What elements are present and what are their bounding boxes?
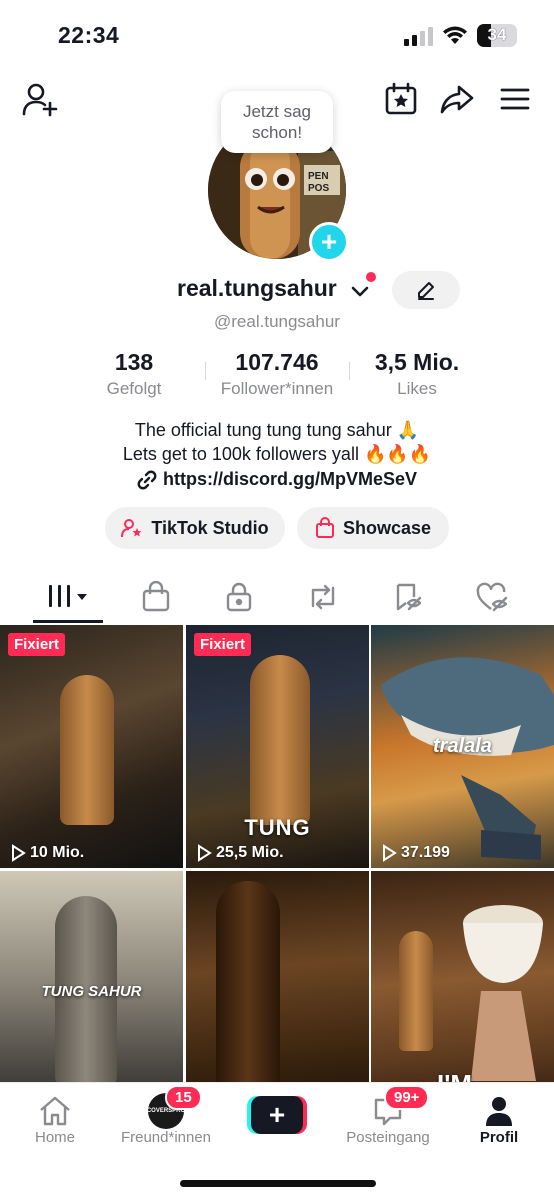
active-tab-indicator bbox=[33, 620, 103, 623]
profile-icon bbox=[486, 1097, 512, 1126]
repost-icon bbox=[311, 584, 335, 610]
grid-icon bbox=[49, 585, 87, 607]
bio-link[interactable]: https://discord.gg/MpVMeSeV bbox=[0, 469, 554, 490]
events-button[interactable] bbox=[382, 80, 420, 118]
shopping-bag-icon bbox=[315, 517, 334, 538]
profile-tabs bbox=[0, 574, 554, 624]
likes-count: 3,5 Mio. bbox=[374, 349, 460, 375]
play-icon bbox=[12, 844, 26, 862]
following-stat[interactable]: 138 Gefolgt bbox=[80, 349, 188, 399]
menu-button[interactable] bbox=[496, 80, 534, 118]
status-time: 22:34 bbox=[58, 22, 120, 48]
nav-home-label: Home bbox=[34, 1129, 75, 1146]
showcase-button[interactable]: Showcase bbox=[297, 507, 449, 549]
followers-count: 107.746 bbox=[235, 349, 319, 375]
tab-videos[interactable] bbox=[38, 574, 98, 620]
link-icon bbox=[137, 470, 157, 490]
plus-icon: + bbox=[251, 1096, 303, 1134]
home-indicator bbox=[180, 1180, 376, 1187]
tiktok-studio-button[interactable]: TikTok Studio bbox=[105, 507, 285, 549]
video-thumbnail[interactable]: TUNG SAHUR bbox=[0, 871, 183, 1114]
followers-label: Follower*innen bbox=[220, 379, 334, 398]
video-thumbnail[interactable] bbox=[186, 871, 369, 1114]
tab-private[interactable] bbox=[209, 574, 269, 620]
status-bar: 22:34 34 bbox=[0, 0, 554, 70]
heart-hidden-icon bbox=[476, 582, 508, 612]
nav-inbox-label: Posteingang bbox=[346, 1129, 430, 1146]
studio-person-icon bbox=[121, 519, 142, 538]
chevron-down-icon[interactable] bbox=[349, 280, 371, 302]
followers-stat[interactable]: 107.746 Follower*innen bbox=[208, 349, 346, 399]
showcase-label: Showcase bbox=[342, 517, 432, 538]
tab-favorites[interactable] bbox=[378, 574, 438, 620]
view-count: 37.199 bbox=[381, 844, 450, 862]
nav-friends-label: Freund*innen bbox=[120, 1129, 212, 1146]
profile-handle: @real.tungsahur bbox=[214, 312, 340, 331]
inbox-badge: 99+ bbox=[384, 1085, 430, 1110]
bio-line-2: Lets get to 100k followers yall 🔥🔥🔥 bbox=[122, 444, 432, 464]
video-overlay-text: TUNG bbox=[244, 815, 311, 840]
hamburger-menu-icon bbox=[500, 88, 530, 110]
view-count: 25,5 Mio. bbox=[196, 844, 284, 862]
friends-badge: 15 bbox=[165, 1085, 202, 1110]
add-story-button[interactable]: + bbox=[309, 222, 349, 262]
bio-link-text: https://discord.gg/MpVMeSeV bbox=[162, 469, 417, 489]
battery-icon: 34 bbox=[477, 24, 517, 47]
svg-text:PEN: PEN bbox=[308, 171, 329, 182]
tooltip-bubble: Jetzt sag schon! bbox=[221, 91, 333, 153]
share-arrow-icon bbox=[440, 85, 474, 114]
stat-divider bbox=[349, 362, 350, 380]
profile-username[interactable]: real.tungsahur bbox=[177, 275, 337, 302]
add-person-icon bbox=[22, 83, 58, 117]
share-profile-button[interactable] bbox=[438, 80, 476, 118]
tab-liked[interactable] bbox=[462, 574, 522, 620]
view-count-text: 25,5 Mio. bbox=[216, 844, 284, 861]
video-grid: Fixiert 10 Mio. Fixiert TUNG 25,5 Mio. t… bbox=[0, 625, 554, 1114]
notification-dot bbox=[366, 272, 376, 282]
following-count: 138 bbox=[114, 349, 154, 375]
tiktok-studio-label: TikTok Studio bbox=[151, 517, 269, 538]
likes-stat[interactable]: 3,5 Mio. Likes bbox=[358, 349, 476, 399]
nav-home[interactable]: Home bbox=[5, 1093, 105, 1146]
bookmark-hidden-icon bbox=[396, 583, 422, 611]
stat-divider bbox=[205, 362, 206, 380]
battery-level: 34 bbox=[487, 25, 507, 44]
calendar-star-icon bbox=[385, 82, 417, 115]
tab-reposts[interactable] bbox=[293, 574, 353, 620]
view-count-text: 37.199 bbox=[401, 844, 450, 861]
video-overlay-text: tralala bbox=[433, 735, 492, 757]
following-label: Gefolgt bbox=[106, 379, 162, 398]
video-thumbnail[interactable]: Fixiert TUNG 25,5 Mio. bbox=[186, 625, 369, 868]
lock-icon bbox=[226, 582, 252, 612]
nav-profile-label: Profil bbox=[479, 1129, 519, 1146]
edit-profile-button[interactable] bbox=[392, 271, 460, 309]
view-count-text: 10 Mio. bbox=[30, 844, 85, 861]
video-thumbnail[interactable]: I'M bbox=[371, 871, 554, 1114]
pinned-badge: Fixiert bbox=[194, 633, 252, 656]
pinned-badge: Fixiert bbox=[8, 633, 66, 656]
pencil-icon bbox=[418, 282, 434, 300]
video-thumbnail[interactable]: Fixiert 10 Mio. bbox=[0, 625, 183, 868]
likes-label: Likes bbox=[397, 379, 437, 398]
tab-shop[interactable] bbox=[126, 574, 186, 620]
cellular-signal-icon bbox=[404, 27, 433, 46]
play-icon bbox=[383, 844, 397, 862]
svg-text:POS: POS bbox=[308, 183, 329, 194]
play-icon bbox=[198, 844, 212, 862]
bag-icon bbox=[142, 581, 170, 612]
add-friend-button[interactable] bbox=[20, 80, 60, 120]
video-thumbnail[interactable]: tralala 37.199 bbox=[371, 625, 554, 868]
view-count: 10 Mio. bbox=[10, 844, 84, 862]
create-button[interactable]: + bbox=[247, 1096, 307, 1134]
wifi-icon bbox=[443, 26, 467, 44]
home-icon bbox=[40, 1096, 70, 1126]
video-overlay-text: TUNG SAHUR bbox=[41, 983, 142, 1000]
bio-line-1: The official tung tung tung sahur 🙏 bbox=[134, 420, 420, 440]
nav-profile[interactable]: Profil bbox=[449, 1093, 549, 1146]
